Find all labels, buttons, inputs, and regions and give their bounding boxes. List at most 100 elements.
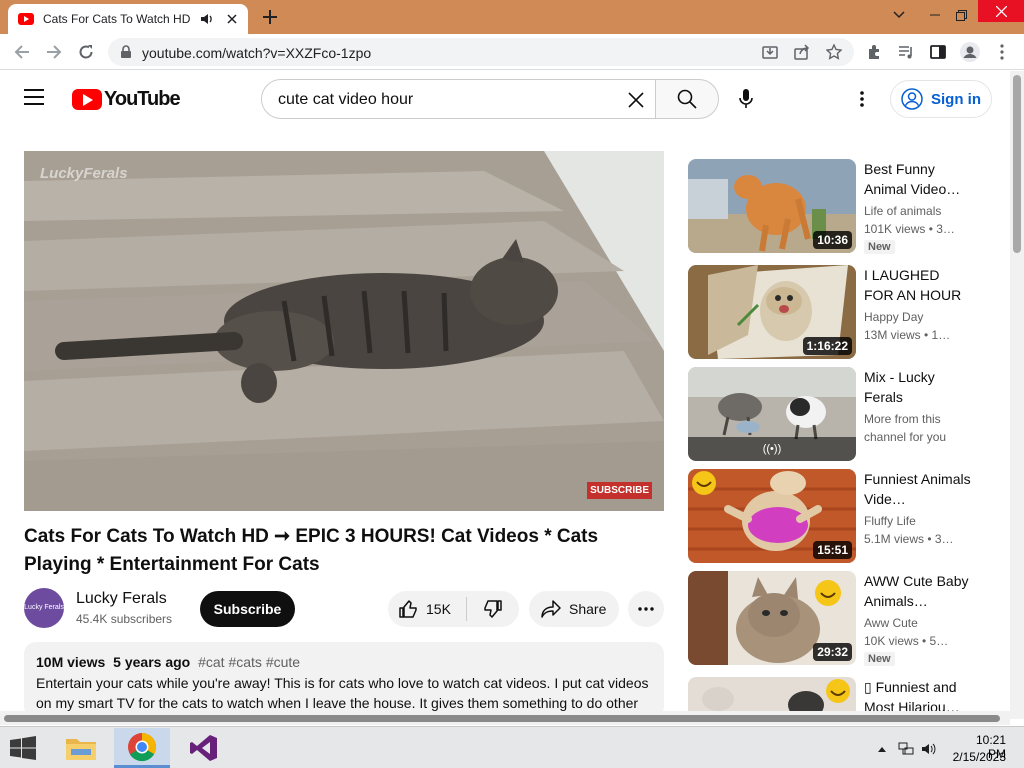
video-frame-cat-on-stairs [24,151,664,511]
vertical-scrollbar-thumb[interactable] [1013,75,1021,253]
restore-button[interactable] [944,0,978,30]
network-icon[interactable] [898,741,914,757]
like-button[interactable]: 15K [388,591,466,627]
browser-tab[interactable]: Cats For Cats To Watch HD - [8,4,248,34]
share-label: Share [569,601,607,617]
view-count: 10M views [36,654,106,670]
recommendation-title[interactable]: I LAUGHED FOR AN HOUR😹… [864,265,972,305]
settings-more-icon[interactable] [850,87,874,111]
recommendation-title[interactable]: AWW Cute Baby Animals… [864,571,972,611]
recommendation-title[interactable]: Funniest Animals Vide… [864,469,972,509]
new-badge: New [864,240,895,254]
recommendation-item[interactable]: ▯ Funniest and Most Hilariou… [688,677,1008,711]
subscribe-button[interactable]: Subscribe [200,591,295,627]
clear-search-icon[interactable] [625,89,647,111]
recommendation-thumbnail[interactable]: ((•)) [688,367,856,461]
browser-menu-icon[interactable] [990,40,1014,64]
recommendation-thumbnail[interactable] [688,677,856,711]
extensions-puzzle-icon[interactable] [862,40,886,64]
hashtags[interactable]: #cat #cats #cute [198,654,300,670]
chrome-taskbar-icon[interactable] [114,728,170,768]
url-text: youtube.com/watch?v=XXZFco-1zpo [142,45,372,61]
reload-icon[interactable] [74,40,98,64]
tab-title: Cats For Cats To Watch HD - [43,12,194,26]
address-bar[interactable]: youtube.com/watch?v=XXZFco-1zpo [108,38,854,66]
recommendation-channel: Fluffy Life [864,514,916,528]
youtube-logo-text: YouTube [104,88,181,110]
recommendation-item[interactable]: 15:51 Funniest Animals Vide… Fluffy Life… [688,469,1008,565]
tab-search-chevron-icon[interactable] [882,0,916,30]
recommendation-views: 101K views • 3… [864,222,955,236]
back-arrow-icon[interactable] [10,40,34,64]
duration-badge: 29:32 [813,643,852,661]
thumbs-down-icon [484,600,502,618]
bookmark-star-icon[interactable] [824,42,844,62]
recommendation-channel: Aww Cute [864,616,918,630]
install-app-icon[interactable] [760,42,780,62]
windows-taskbar: 10:21 PM 2/15/2023 [0,726,1024,768]
sign-in-button[interactable]: Sign in [890,80,992,118]
horizontal-scrollbar-thumb[interactable] [4,715,1000,722]
recommendation-channel: Happy Day [864,310,924,324]
dislike-button[interactable] [467,591,519,627]
youtube-logo[interactable]: YouTube [72,88,181,111]
recommendation-thumbnail[interactable]: 10:36 [688,159,856,253]
recommendation-item[interactable]: ((•)) Mix - Lucky Ferals More from this … [688,367,1008,463]
windows-start-icon[interactable] [8,736,38,760]
channel-name[interactable]: Lucky Ferals [76,590,167,608]
recommendation-item[interactable]: 1:16:22 I LAUGHED FOR AN HOUR😹… Happy Da… [688,265,1008,361]
thumbs-up-icon [399,600,417,618]
upload-age: 5 years ago [113,654,191,670]
recommendation-thumbnail[interactable]: 1:16:22 [688,265,856,359]
horizontal-scrollbar[interactable] [0,711,1010,725]
recommendation-thumbnail[interactable]: 15:51 [688,469,856,563]
new-tab-button[interactable] [260,7,280,27]
side-panel-icon[interactable] [926,40,950,64]
video-player[interactable]: LuckyFerals SUBSCRIBE [24,151,664,511]
volume-icon[interactable] [921,741,937,757]
subscribe-overlay-badge[interactable]: SUBSCRIBE [587,482,652,499]
speaker-icon[interactable] [200,13,216,25]
more-horizontal-icon [638,607,654,611]
recommendation-title[interactable]: Best Funny Animal Video… [864,159,972,199]
video-description[interactable]: 10M views 5 years ago #cat #cats #cute E… [24,642,664,718]
media-control-icon[interactable] [894,40,918,64]
forward-arrow-icon[interactable] [42,40,66,64]
vertical-scrollbar[interactable] [1010,71,1024,719]
recommendation-views: 10K views • 5… [864,634,949,648]
recommendation-item[interactable]: 29:32 AWW Cute Baby Animals… Aww Cute 10… [688,571,1008,667]
new-badge: New [864,652,895,666]
youtube-favicon-icon [18,13,34,25]
youtube-play-logo-icon [72,89,102,110]
browser-toolbar: youtube.com/watch?v=XXZFco-1zpo [0,34,1024,70]
duration-badge: 10:36 [813,231,852,249]
recommendation-views: 13M views • 1… [864,328,951,342]
file-explorer-taskbar-icon[interactable] [53,728,109,768]
tray-chevron-up-icon[interactable] [874,741,890,757]
tab-close-icon[interactable] [224,11,240,27]
search-input[interactable] [278,91,608,109]
hamburger-menu-icon[interactable] [24,89,48,109]
search-button[interactable] [655,79,719,119]
search-box [261,79,656,119]
channel-avatar[interactable]: Lucky Ferals [24,588,64,628]
recommendation-thumbnail[interactable]: 29:32 [688,571,856,665]
recommendation-item[interactable]: 10:36 Best Funny Animal Video… Life of a… [688,159,1008,255]
share-page-icon[interactable] [792,42,812,62]
share-button[interactable]: Share [529,591,619,627]
taskbar-clock-date[interactable]: 2/15/2023 [950,750,1006,764]
youtube-masthead: YouTube Sign in [0,71,1010,127]
window-close-button[interactable] [978,0,1024,22]
visual-studio-taskbar-icon[interactable] [176,728,232,768]
recommendation-title[interactable]: ▯ Funniest and Most Hilariou… [864,677,972,711]
duration-badge: 15:51 [813,541,852,559]
profile-avatar-icon[interactable] [958,40,982,64]
recommendation-title[interactable]: Mix - Lucky Ferals [864,367,972,407]
recommendation-channel: More from this [864,412,941,426]
voice-search-mic-icon[interactable] [734,87,758,111]
sign-in-label: Sign in [931,90,981,108]
more-actions-button[interactable] [628,591,664,627]
browser-tab-strip: Cats For Cats To Watch HD - [0,0,1024,34]
description-meta: 10M views 5 years ago #cat #cats #cute [36,654,652,670]
duration-badge: 1:16:22 [802,337,852,355]
